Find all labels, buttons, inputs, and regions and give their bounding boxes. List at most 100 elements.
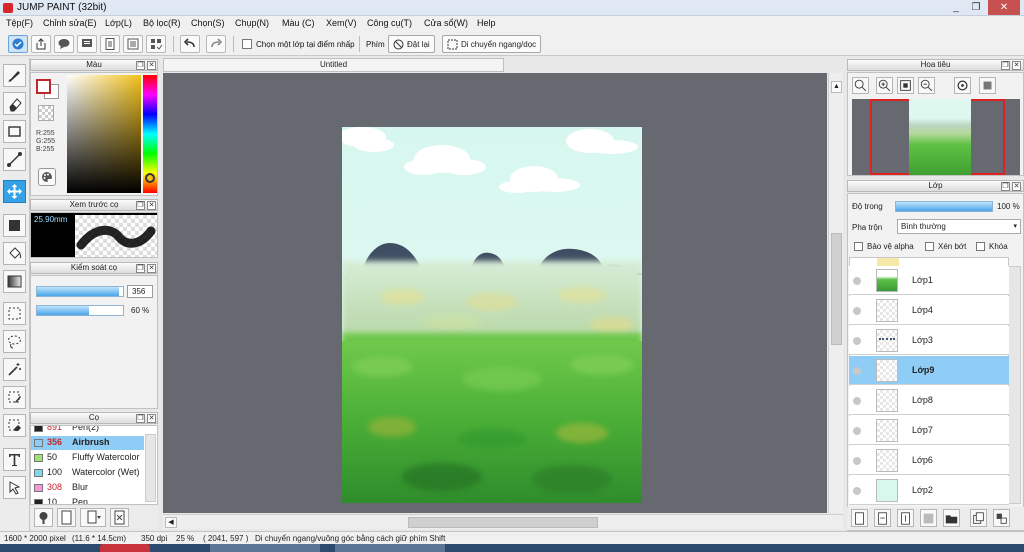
- select-pen-tool-icon[interactable]: [3, 386, 26, 409]
- panel-close-icon[interactable]: ✕: [1012, 182, 1021, 191]
- text-tool-icon[interactable]: [3, 448, 26, 471]
- layer-row[interactable]: Lớp1: [849, 266, 1009, 295]
- brush-size-slider[interactable]: [36, 286, 124, 297]
- rectangle-tool-icon[interactable]: [3, 120, 26, 143]
- select-eraser-tool-icon[interactable]: [3, 414, 26, 437]
- canvas-vertical-scrollbar[interactable]: ▲: [828, 73, 843, 513]
- comment-icon[interactable]: [54, 35, 74, 53]
- visibility-icon[interactable]: [853, 427, 861, 435]
- layer-row[interactable]: Lớp3: [849, 326, 1009, 355]
- menu-help[interactable]: Help: [477, 18, 496, 28]
- lasso-tool-icon[interactable]: [3, 330, 26, 353]
- palette-icon[interactable]: [38, 168, 56, 186]
- panel-float-icon[interactable]: ❐: [136, 201, 145, 210]
- saturation-value-picker[interactable]: [67, 75, 141, 193]
- layers-scrollbar[interactable]: [1008, 266, 1021, 504]
- visibility-icon[interactable]: [853, 277, 861, 285]
- gradient-tool-icon[interactable]: [3, 270, 26, 293]
- zoom-out-icon[interactable]: [918, 77, 935, 94]
- bucket-tool-icon[interactable]: [3, 242, 26, 265]
- brush-menu-icon[interactable]: [80, 508, 106, 527]
- move-tool-icon[interactable]: [3, 180, 26, 203]
- panel-close-icon[interactable]: ✕: [147, 414, 156, 423]
- marquee-tool-icon[interactable]: [3, 302, 26, 325]
- new-layer-menu-icon[interactable]: [874, 509, 891, 527]
- maximize-button[interactable]: ❐: [964, 0, 988, 15]
- panel-float-icon[interactable]: ❐: [136, 264, 145, 273]
- halftone-layer-icon[interactable]: [920, 509, 937, 527]
- layer-row[interactable]: Lớp8: [849, 386, 1009, 415]
- panel-float-icon[interactable]: ❐: [136, 414, 145, 423]
- eraser-tool-icon[interactable]: [3, 92, 26, 115]
- layer-row[interactable]: Lớp9: [849, 356, 1009, 385]
- panel-close-icon[interactable]: ✕: [147, 61, 156, 70]
- foreground-color-swatch[interactable]: [36, 79, 51, 94]
- horizontal-scroll-thumb[interactable]: [408, 517, 598, 528]
- brush-item[interactable]: 891 Pen(2): [31, 426, 144, 435]
- brush-item[interactable]: 356 Airbrush: [31, 436, 144, 450]
- clip-checkbox[interactable]: [925, 242, 934, 251]
- panel-float-icon[interactable]: ❐: [136, 61, 145, 70]
- visibility-icon[interactable]: [853, 367, 861, 375]
- protect-alpha-checkbox[interactable]: [854, 242, 863, 251]
- visibility-icon[interactable]: [853, 337, 861, 345]
- reset-button[interactable]: Đặt lại: [388, 35, 435, 53]
- lock-checkbox[interactable]: [976, 242, 985, 251]
- layer-row[interactable]: Lớp6: [849, 446, 1009, 475]
- hue-handle[interactable]: [145, 173, 155, 183]
- delete-brush-icon[interactable]: [110, 508, 129, 527]
- export-icon[interactable]: [31, 35, 51, 53]
- transparent-swatch[interactable]: [38, 105, 54, 121]
- snap-icon[interactable]: [8, 35, 28, 53]
- duplicate-layer-icon[interactable]: [970, 509, 987, 527]
- brush-item[interactable]: 308 Blur: [31, 481, 144, 495]
- brush-item[interactable]: 100 Watercolor (Wet): [31, 466, 144, 480]
- menu-tools[interactable]: Công cụ(T): [367, 18, 412, 28]
- select-one-layer-checkbox[interactable]: [242, 39, 252, 49]
- panel-float-icon[interactable]: ❐: [1001, 182, 1010, 191]
- panel-close-icon[interactable]: ✕: [147, 201, 156, 210]
- fill-rectangle-tool-icon[interactable]: [3, 214, 26, 237]
- panel-close-icon[interactable]: ✕: [147, 264, 156, 273]
- close-button[interactable]: ✕: [988, 0, 1020, 15]
- scroll-up-icon[interactable]: ▲: [831, 81, 842, 93]
- flip-icon[interactable]: [979, 77, 996, 94]
- zoom-fit-icon[interactable]: [852, 77, 869, 94]
- list-icon[interactable]: [123, 35, 143, 53]
- line-tool-icon[interactable]: [3, 148, 26, 171]
- undo-icon[interactable]: [180, 35, 200, 53]
- blend-mode-select[interactable]: Bình thường ▾: [897, 219, 1021, 234]
- grid-icon[interactable]: [146, 35, 166, 53]
- new-brush-icon[interactable]: [57, 508, 76, 527]
- painting-canvas[interactable]: [342, 127, 642, 503]
- menu-window[interactable]: Cửa sổ(W): [424, 18, 468, 28]
- menu-file[interactable]: Tệp(F): [6, 18, 33, 28]
- brush-item[interactable]: 10 Pen: [31, 496, 144, 504]
- menu-edit[interactable]: Chỉnh sửa(E): [43, 18, 97, 28]
- brush-item[interactable]: 50 Fluffy Watercolor: [31, 451, 144, 465]
- panel-float-icon[interactable]: ❐: [1001, 61, 1010, 70]
- layer-row[interactable]: Lớp4: [849, 296, 1009, 325]
- menu-filter[interactable]: Bộ lọc(R): [143, 18, 181, 28]
- folder-icon[interactable]: [943, 509, 960, 527]
- document-icon[interactable]: [100, 35, 120, 53]
- document-tab[interactable]: Untitled: [163, 58, 504, 72]
- navigator-viewport[interactable]: [852, 99, 1020, 175]
- magic-wand-tool-icon[interactable]: [3, 358, 26, 381]
- move-lock-button[interactable]: Di chuyển ngang/dọc: [442, 35, 542, 53]
- layer-opacity-slider[interactable]: [895, 201, 993, 212]
- menu-layer[interactable]: Lớp(L): [105, 18, 132, 28]
- layer-row[interactable]: Lớp2: [849, 476, 1009, 505]
- panel-close-icon[interactable]: ✕: [1012, 61, 1021, 70]
- visibility-icon[interactable]: [853, 487, 861, 495]
- brush-size-input[interactable]: 356: [127, 285, 153, 298]
- new-layer-icon[interactable]: [851, 509, 868, 527]
- layer-row[interactable]: Lớp7: [849, 416, 1009, 445]
- brush-opacity-slider[interactable]: [36, 305, 124, 316]
- visibility-icon[interactable]: [853, 457, 861, 465]
- scroll-left-icon[interactable]: ◀: [165, 517, 177, 528]
- zoom-in-icon[interactable]: [876, 77, 893, 94]
- operation-tool-icon[interactable]: [3, 476, 26, 499]
- merge-layer-icon[interactable]: [993, 509, 1010, 527]
- brush-tool-icon[interactable]: [3, 64, 26, 87]
